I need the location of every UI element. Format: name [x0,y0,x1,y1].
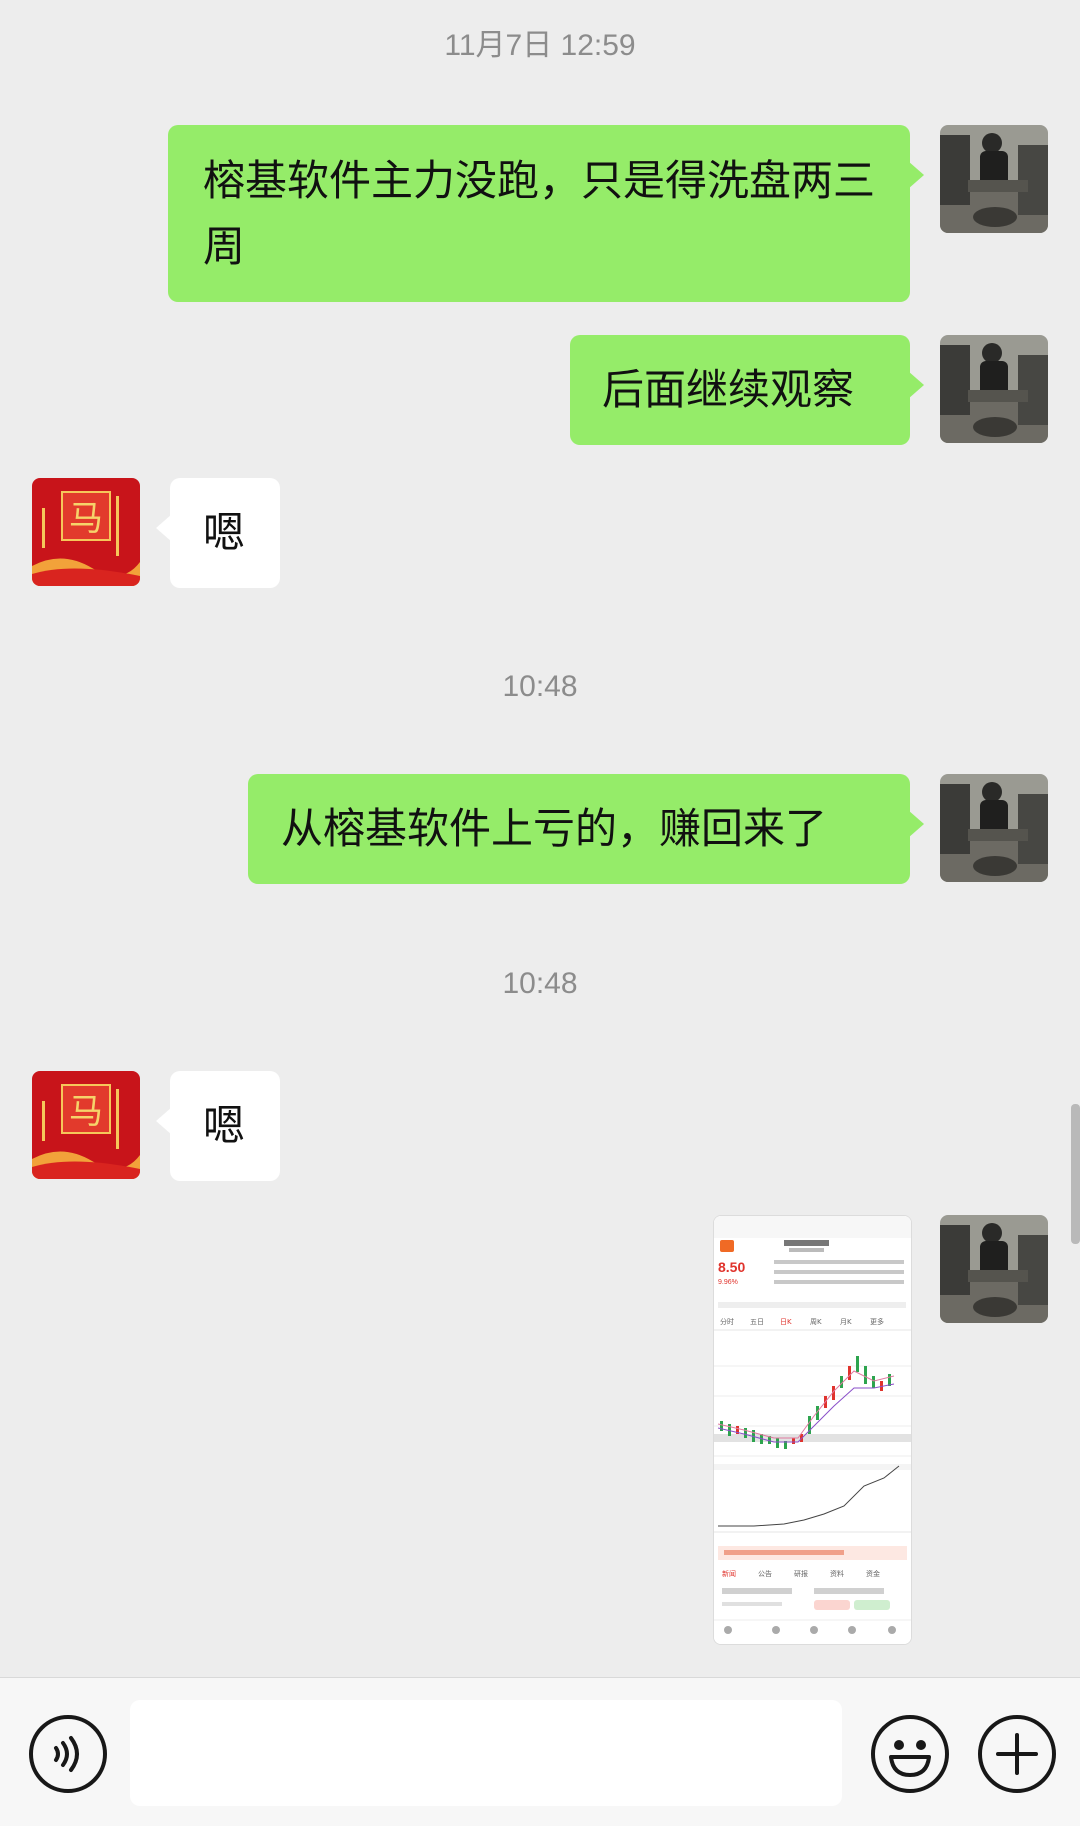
contact-avatar-image: 马 [32,478,140,586]
contact-avatar-image: 马 [32,1071,140,1179]
plus-icon [996,1733,1038,1775]
voice-icon [54,1736,79,1772]
chart-tab: 五日 [750,1318,764,1326]
chart-tab: 更多 [870,1317,884,1326]
my-avatar-image [940,335,1048,443]
info-tab: 研报 [794,1569,808,1578]
stock-screenshot-image: 8.50 9.96% 分时 五日 日K 周K 月K 更多 新闻 公告 研报 资料… [714,1216,911,1644]
my-avatar-image [940,125,1048,233]
my-avatar[interactable] [940,335,1048,443]
emoji-button[interactable] [871,1715,949,1793]
info-tab: 资料 [830,1569,844,1578]
chart-tab: 分时 [720,1317,734,1326]
my-message-bubble[interactable]: 榕基软件主力没跑，只是得洗盘两三周 [168,125,924,302]
chat-area[interactable]: 11月7日 12:59 榕基软件主力没跑，只是得洗盘两三周 后面继续观察 马 嗯… [0,0,1080,1677]
my-message-bubble[interactable]: 从榕基软件上亏的，赚回来了 [248,774,924,884]
my-avatar-image [940,774,1048,882]
message-input[interactable] [130,1700,842,1806]
chat-scrollbar[interactable] [1071,1104,1080,1244]
my-avatar[interactable] [940,1215,1048,1323]
emoji-icon [889,1740,931,1777]
info-tab: 公告 [758,1569,772,1578]
timestamp: 10:48 [502,967,578,1000]
my-message-bubble[interactable]: 后面继续观察 [570,335,924,445]
contact-message-bubble[interactable]: 嗯 [156,478,280,588]
more-button[interactable] [978,1715,1056,1793]
input-toolbar [0,1677,1080,1826]
timestamp: 10:48 [502,670,578,703]
avatar-logo-text: 马 [69,1092,103,1132]
stock-screenshot-message[interactable]: 8.50 9.96% 分时 五日 日K 周K 月K 更多 新闻 公告 研报 资料… [713,1215,912,1645]
timestamp: 11月7日 12:59 [444,29,636,62]
chart-tab: 周K [810,1318,822,1326]
my-avatar[interactable] [940,774,1048,882]
info-tab: 资金 [866,1569,880,1578]
info-tab: 新闻 [722,1569,736,1578]
chart-tab: 日K [780,1318,792,1326]
voice-button[interactable] [29,1715,107,1793]
contact-message-bubble[interactable]: 嗯 [156,1071,280,1181]
contact-avatar[interactable]: 马 [32,478,140,586]
stock-change: 9.96% [718,1279,738,1286]
avatar-logo-text: 马 [69,499,103,539]
stock-price: 8.50 [718,1259,745,1275]
chart-tab: 月K [840,1318,852,1326]
my-avatar[interactable] [940,125,1048,233]
contact-avatar[interactable]: 马 [32,1071,140,1179]
my-avatar-image [940,1215,1048,1323]
